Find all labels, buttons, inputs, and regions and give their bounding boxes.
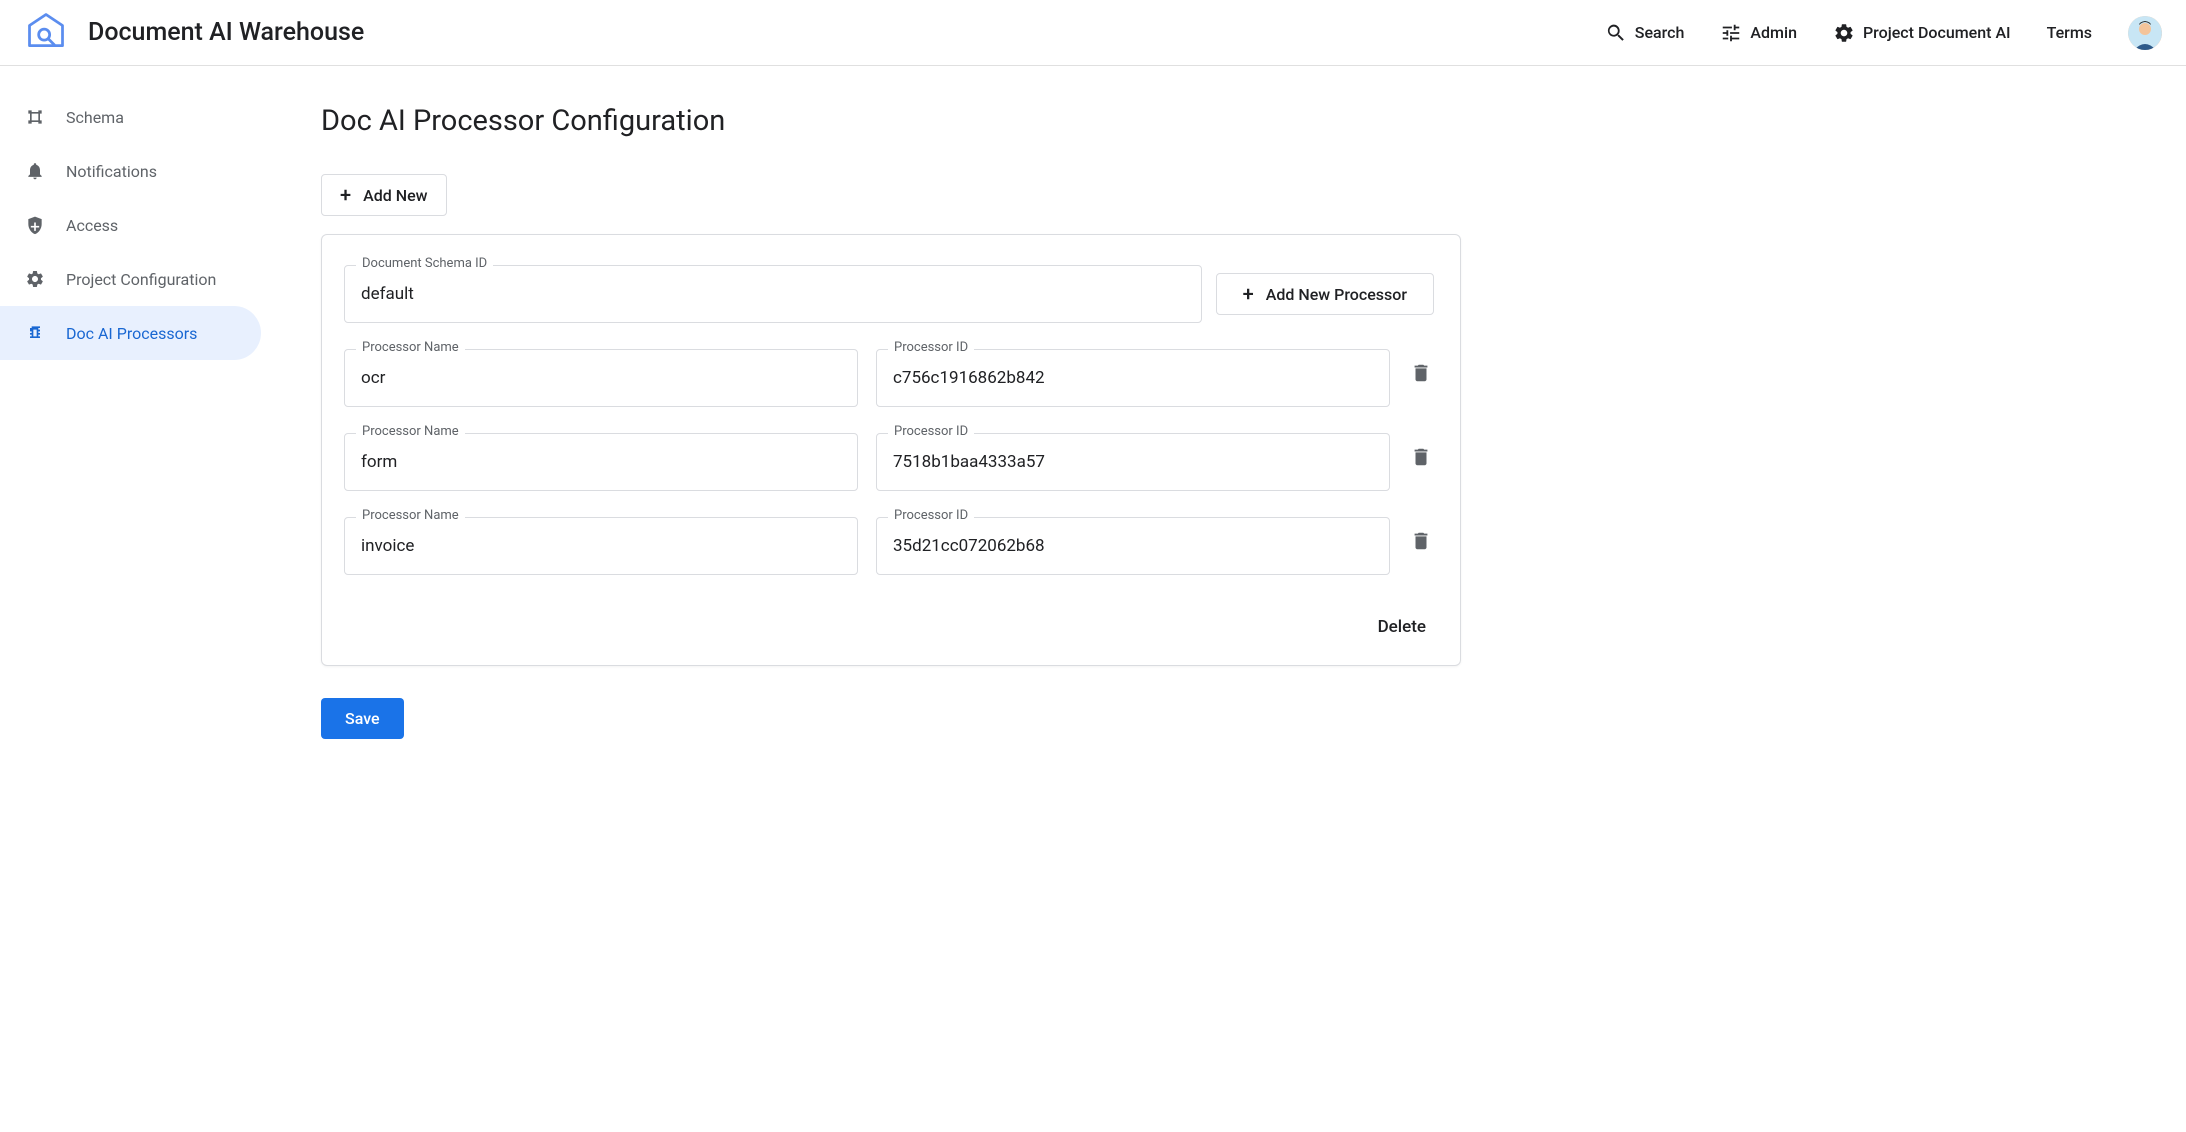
trash-icon [1410,446,1432,472]
processor-row: Processor Name Processor ID [344,349,1434,407]
nav-project[interactable]: Project Document AI [1833,22,2011,44]
sidebar-label: Doc AI Processors [66,324,197,343]
main-content: Doc AI Processor Configuration + Add New… [265,66,1505,779]
header: Document AI Warehouse Search Admin Proje… [0,0,2186,66]
nav-search[interactable]: Search [1605,22,1685,44]
sidebar-label: Schema [66,108,124,127]
user-avatar[interactable] [2128,16,2162,50]
processor-name-label: Processor Name [356,424,465,439]
processor-config-card: Document Schema ID + Add New Processor P… [321,234,1461,666]
processor-id-field-wrap: Processor ID [876,517,1390,575]
delete-processor-button[interactable] [1408,362,1434,388]
plus-icon: + [1243,284,1254,304]
processor-id-input[interactable] [876,349,1390,407]
processor-id-input[interactable] [876,433,1390,491]
sidebar-label: Access [66,216,118,235]
trash-icon [1410,362,1432,388]
plus-icon: + [340,185,351,205]
nav-label: Admin [1750,23,1797,42]
shield-icon [24,214,46,236]
add-new-button[interactable]: + Add New [321,174,447,216]
sidebar-label: Notifications [66,162,157,181]
schema-id-input[interactable] [344,265,1202,323]
add-processor-label: Add New Processor [1266,285,1407,304]
nav-label: Project Document AI [1863,23,2011,42]
processor-id-label: Processor ID [888,340,974,355]
processor-name-input[interactable] [344,349,858,407]
processor-name-field-wrap: Processor Name [344,349,858,407]
gear-icon [24,268,46,290]
chip-icon [24,322,46,344]
tune-icon [1720,22,1742,44]
processor-id-label: Processor ID [888,424,974,439]
nav-admin[interactable]: Admin [1720,22,1797,44]
header-right: Search Admin Project Document AI Terms [1605,16,2162,50]
processor-id-input[interactable] [876,517,1390,575]
sidebar-item-project-config[interactable]: Project Configuration [0,252,261,306]
sidebar-item-doc-ai-processors[interactable]: Doc AI Processors [0,306,261,360]
sidebar: Schema Notifications Access Project Conf… [0,66,265,779]
processor-id-field-wrap: Processor ID [876,433,1390,491]
sidebar-item-notifications[interactable]: Notifications [0,144,261,198]
schema-id-label: Document Schema ID [356,256,493,271]
bell-icon [24,160,46,182]
processor-name-label: Processor Name [356,508,465,523]
processor-name-label: Processor Name [356,340,465,355]
processor-row: Processor Name Processor ID [344,433,1434,491]
nav-label: Terms [2047,23,2092,42]
schema-id-field-wrap: Document Schema ID [344,265,1202,323]
app-title: Document AI Warehouse [88,18,364,47]
processor-id-label: Processor ID [888,508,974,523]
page-title: Doc AI Processor Configuration [321,104,1461,138]
delete-processor-button[interactable] [1408,446,1434,472]
gear-icon [1833,22,1855,44]
processor-id-field-wrap: Processor ID [876,349,1390,407]
search-icon [1605,22,1627,44]
processor-name-field-wrap: Processor Name [344,517,858,575]
save-button[interactable]: Save [321,698,404,739]
processor-name-input[interactable] [344,433,858,491]
delete-processor-button[interactable] [1408,530,1434,556]
add-new-processor-button[interactable]: + Add New Processor [1216,273,1434,315]
nav-terms[interactable]: Terms [2047,23,2092,42]
trash-icon [1410,530,1432,556]
nav-label: Search [1635,23,1685,42]
sidebar-item-schema[interactable]: Schema [0,90,261,144]
processor-name-input[interactable] [344,517,858,575]
add-new-label: Add New [363,186,427,205]
app-logo-icon [24,9,68,57]
sidebar-item-access[interactable]: Access [0,198,261,252]
processor-name-field-wrap: Processor Name [344,433,858,491]
header-left: Document AI Warehouse [24,9,364,57]
sidebar-label: Project Configuration [66,270,216,289]
schema-icon [24,106,46,128]
processor-row: Processor Name Processor ID [344,517,1434,575]
delete-card-button[interactable]: Delete [1370,611,1434,643]
